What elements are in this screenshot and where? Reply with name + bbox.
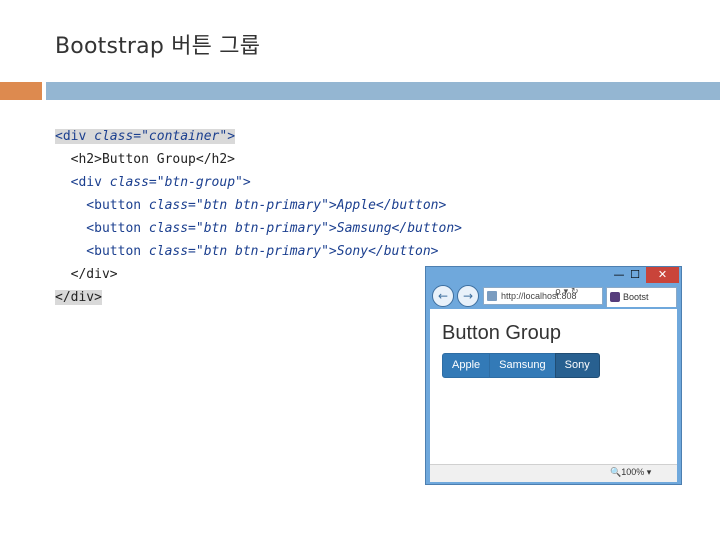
code-text: Sony</button> (336, 244, 439, 259)
browser-tab[interactable]: Bootst (606, 287, 677, 307)
page-heading: Button Group (442, 322, 561, 344)
page-content: Button Group Apple Samsung Sony (430, 309, 677, 464)
code-line: <h2>Button Group</h2> (55, 152, 236, 167)
code-tag: <button (55, 244, 149, 259)
back-arrow-icon: ← (437, 289, 449, 303)
forward-arrow-icon: → (462, 289, 474, 303)
status-bar: 🔍100% ▾ (430, 464, 677, 482)
code-tag: <button (55, 221, 149, 236)
back-button[interactable]: ← (432, 285, 454, 307)
code-closing: </div> (55, 290, 102, 305)
code-tag: <div (55, 129, 95, 144)
address-tools[interactable]: ρ ▾ ↻ (555, 287, 579, 297)
bootstrap-icon (610, 292, 620, 302)
minimize-button[interactable]: — (612, 267, 626, 283)
code-attr: class="btn btn-primary"> (148, 221, 337, 236)
code-line: <div class="container"> (55, 125, 462, 148)
forward-button[interactable]: → (457, 285, 479, 307)
code-text: Samsung</button> (336, 221, 462, 236)
close-button[interactable]: ✕ (646, 267, 679, 283)
maximize-button[interactable]: ☐ (628, 267, 642, 283)
accent-bar-blue (46, 82, 720, 100)
code-attr: class="btn btn-primary"> (148, 198, 337, 213)
sony-button[interactable]: Sony (554, 353, 600, 378)
code-line: <div class="btn-group"> (55, 171, 462, 194)
browser-window: — ☐ ✕ ← → http://localhost:808 ρ ▾ ↻ Boo… (425, 266, 682, 485)
code-attr: class="btn btn-primary"> (148, 244, 337, 259)
code-attr: class="container"> (94, 129, 236, 144)
address-bar[interactable]: http://localhost:808 (483, 287, 603, 305)
button-group: Apple Samsung Sony (442, 353, 600, 378)
code-line: </div> (55, 286, 462, 309)
code-line: </div> (55, 267, 118, 282)
zoom-control[interactable]: 🔍100% ▾ (610, 467, 651, 478)
code-attr: class="btn-group"> (109, 175, 251, 190)
apple-button[interactable]: Apple (442, 353, 491, 378)
tab-label: Bootst (623, 292, 649, 302)
code-text: Apple</button> (336, 198, 447, 213)
window-titlebar: — ☐ ✕ (426, 267, 681, 285)
code-line: <button class="btn btn-primary">Apple</b… (55, 194, 462, 217)
accent-bar-orange (0, 82, 42, 100)
code-line: <button class="btn btn-primary">Samsung<… (55, 217, 462, 240)
slide-title: Bootstrap 버튼 그룹 (55, 34, 261, 59)
code-tag: <div (55, 175, 110, 190)
browser-toolbar: ← → http://localhost:808 ρ ▾ ↻ Bootst (430, 285, 677, 309)
page-icon (487, 291, 497, 301)
samsung-button[interactable]: Samsung (489, 353, 556, 378)
code-line: <button class="btn btn-primary">Sony</bu… (55, 240, 462, 263)
code-block: <div class="container"> <h2>Button Group… (55, 125, 462, 309)
code-tag: <button (55, 198, 149, 213)
